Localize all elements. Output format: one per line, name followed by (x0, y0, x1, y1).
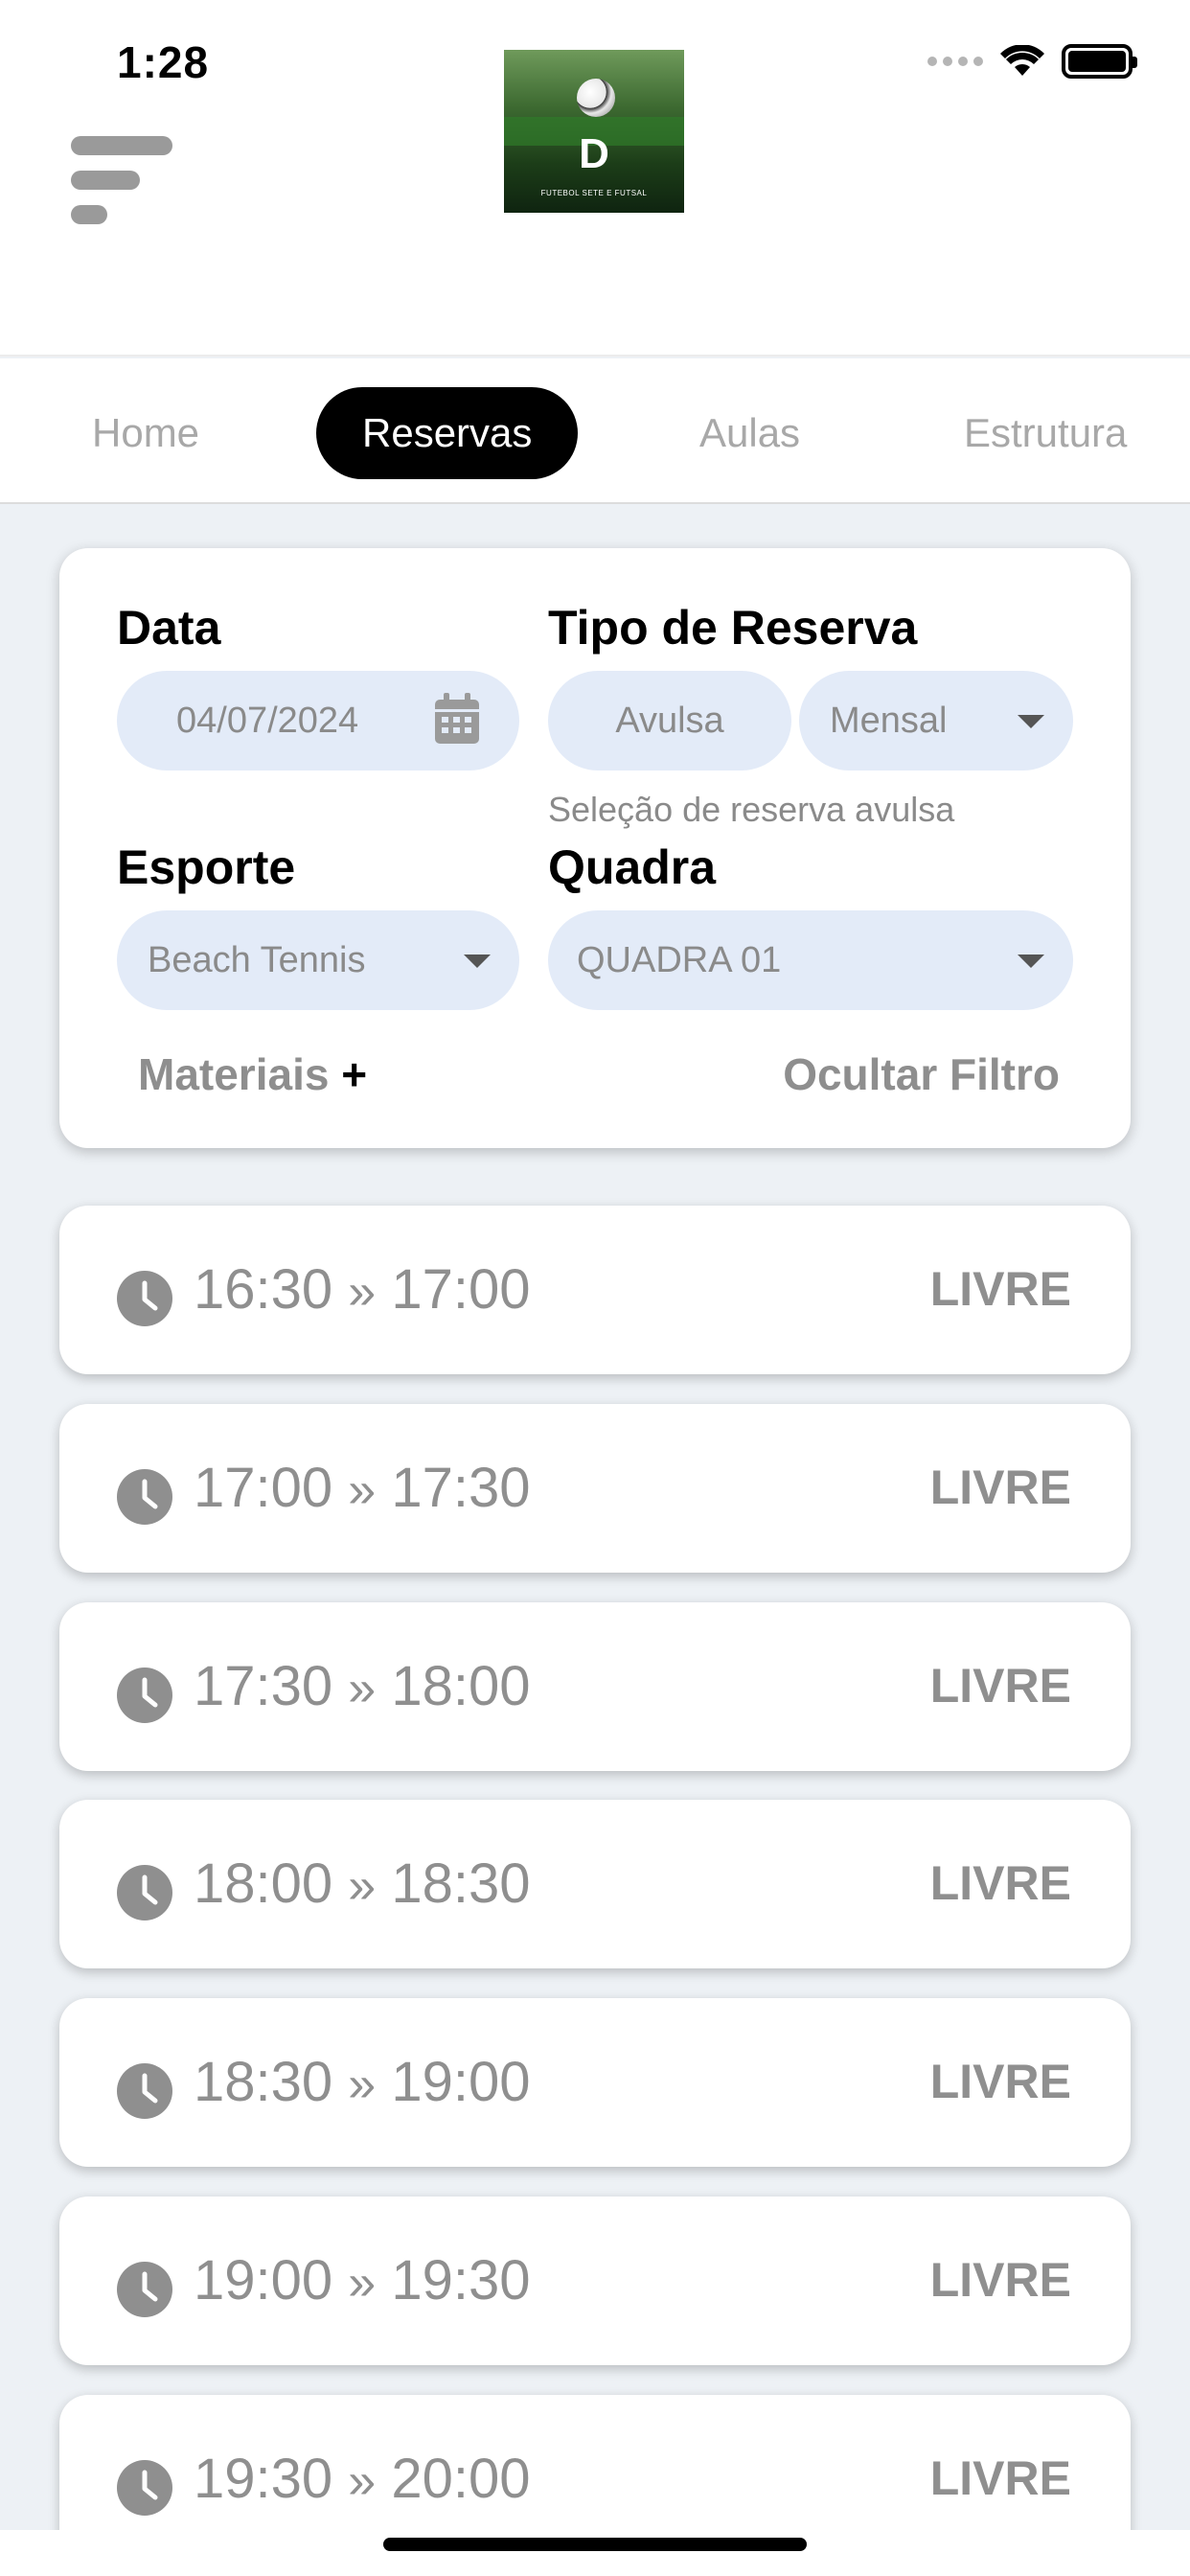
clock-icon (117, 2460, 172, 2516)
materials-link[interactable]: Materiais + (138, 1048, 367, 1100)
slot-start: 18:00 (194, 1852, 333, 1915)
date-label: Data (117, 601, 221, 655)
clock-icon (117, 1865, 172, 1920)
reservation-type-avulsa-label: Avulsa (615, 700, 724, 741)
slot-status: LIVRE (929, 2253, 1071, 2307)
home-indicator[interactable] (383, 2538, 807, 2551)
sport-value: Beach Tennis (148, 939, 366, 980)
top-tabs: Home Reservas Aulas Estrutura (0, 358, 1190, 504)
chevron-down-icon (464, 954, 491, 968)
slot-status: LIVRE (929, 1460, 1071, 1514)
slot-end: 20:00 (391, 2448, 531, 2510)
court-label: Quadra (548, 840, 717, 894)
soccer-ball-icon (577, 79, 615, 117)
slot-start: 18:30 (194, 2051, 333, 2113)
court-value: QUADRA 01 (577, 939, 782, 980)
status-time: 1:28 (117, 37, 210, 87)
menu-icon[interactable] (71, 136, 176, 228)
slot-time-range: 19:30 » 20:00 (194, 2447, 530, 2511)
reservation-type-select[interactable]: Mensal (799, 671, 1073, 770)
date-value: 04/07/2024 (176, 700, 359, 741)
time-slot[interactable]: 19:00 » 19:30 LIVRE (59, 2196, 1131, 2365)
brand-logo: D FUTEBOL SETE E FUTSAL (504, 50, 684, 213)
slot-status: LIVRE (929, 1659, 1071, 1713)
court-select[interactable]: QUADRA 01 (548, 910, 1073, 1010)
clock-icon (117, 1668, 172, 1723)
slot-status: LIVRE (929, 2055, 1071, 2108)
slot-start: 17:00 (194, 1457, 333, 1519)
time-slot[interactable]: 17:30 » 18:00 LIVRE (59, 1602, 1131, 1771)
slot-status: LIVRE (929, 2451, 1071, 2505)
date-picker[interactable]: 04/07/2024 (117, 671, 519, 770)
time-slot[interactable]: 16:30 » 17:00 LIVRE (59, 1206, 1131, 1374)
clock-icon (117, 2262, 172, 2317)
slot-end: 17:00 (391, 1258, 531, 1321)
double-chevron-right-icon: » (348, 1858, 377, 1914)
chevron-down-icon (1018, 954, 1044, 968)
status-icons (927, 44, 1137, 79)
calendar-icon (435, 693, 479, 744)
double-chevron-right-icon: » (348, 1462, 377, 1518)
logo-tagline: FUTEBOL SETE E FUTSAL (540, 189, 648, 197)
hide-filter-link[interactable]: Ocultar Filtro (783, 1048, 1060, 1100)
double-chevron-right-icon: » (348, 2453, 377, 2509)
slot-start: 19:00 (194, 2249, 333, 2312)
double-chevron-right-icon: » (348, 2255, 377, 2311)
materials-label: Materiais (138, 1049, 330, 1099)
double-chevron-right-icon: » (348, 2057, 377, 2112)
battery-icon (1062, 44, 1137, 79)
double-chevron-right-icon: » (348, 1661, 377, 1716)
tab-estrutura[interactable]: Estrutura (964, 387, 1127, 479)
filter-card: Data 04/07/2024 Tipo de Reserva Avulsa M… (59, 548, 1131, 1148)
double-chevron-right-icon: » (348, 1264, 377, 1320)
slot-time-range: 18:30 » 19:00 (194, 2050, 530, 2114)
clock-icon (117, 2063, 172, 2119)
chevron-down-icon (1018, 715, 1044, 728)
cellular-signal-icon (927, 57, 983, 66)
time-slot[interactable]: 18:00 » 18:30 LIVRE (59, 1800, 1131, 1968)
slot-time-range: 18:00 » 18:30 (194, 1852, 530, 1916)
app-header: 1:28 D FUTEBOL SETE E FUTSAL (0, 0, 1190, 356)
wifi-icon (1000, 45, 1044, 76)
tab-aulas[interactable]: Aulas (699, 387, 800, 479)
slot-end: 18:30 (391, 1852, 531, 1915)
reservation-type-mensal-label: Mensal (830, 700, 948, 741)
slot-time-range: 19:00 » 19:30 (194, 2248, 530, 2312)
plus-icon: + (341, 1049, 368, 1099)
slot-start: 16:30 (194, 1258, 333, 1321)
reservation-type-label: Tipo de Reserva (548, 601, 918, 655)
slot-time-range: 17:30 » 18:00 (194, 1654, 530, 1718)
time-slot[interactable]: 17:00 » 17:30 LIVRE (59, 1404, 1131, 1573)
slot-time-range: 17:00 » 17:30 (194, 1456, 530, 1520)
clock-icon (117, 1469, 172, 1525)
clock-icon (117, 1271, 172, 1326)
slot-start: 19:30 (194, 2448, 333, 2510)
slot-start: 17:30 (194, 1655, 333, 1717)
sport-select[interactable]: Beach Tennis (117, 910, 519, 1010)
sport-label: Esporte (117, 840, 296, 894)
slot-end: 19:00 (391, 2051, 531, 2113)
slot-end: 18:00 (391, 1655, 531, 1717)
slot-status: LIVRE (929, 1856, 1071, 1910)
reservation-hint: Seleção de reserva avulsa (548, 790, 955, 829)
tab-reservas[interactable]: Reservas (316, 387, 579, 479)
tab-home[interactable]: Home (92, 387, 199, 479)
slot-time-range: 16:30 » 17:00 (194, 1257, 530, 1322)
slot-status: LIVRE (929, 1262, 1071, 1316)
time-slot[interactable]: 18:30 » 19:00 LIVRE (59, 1998, 1131, 2167)
reservation-type-avulsa[interactable]: Avulsa (548, 671, 791, 770)
slot-end: 19:30 (391, 2249, 531, 2312)
slot-end: 17:30 (391, 1457, 531, 1519)
